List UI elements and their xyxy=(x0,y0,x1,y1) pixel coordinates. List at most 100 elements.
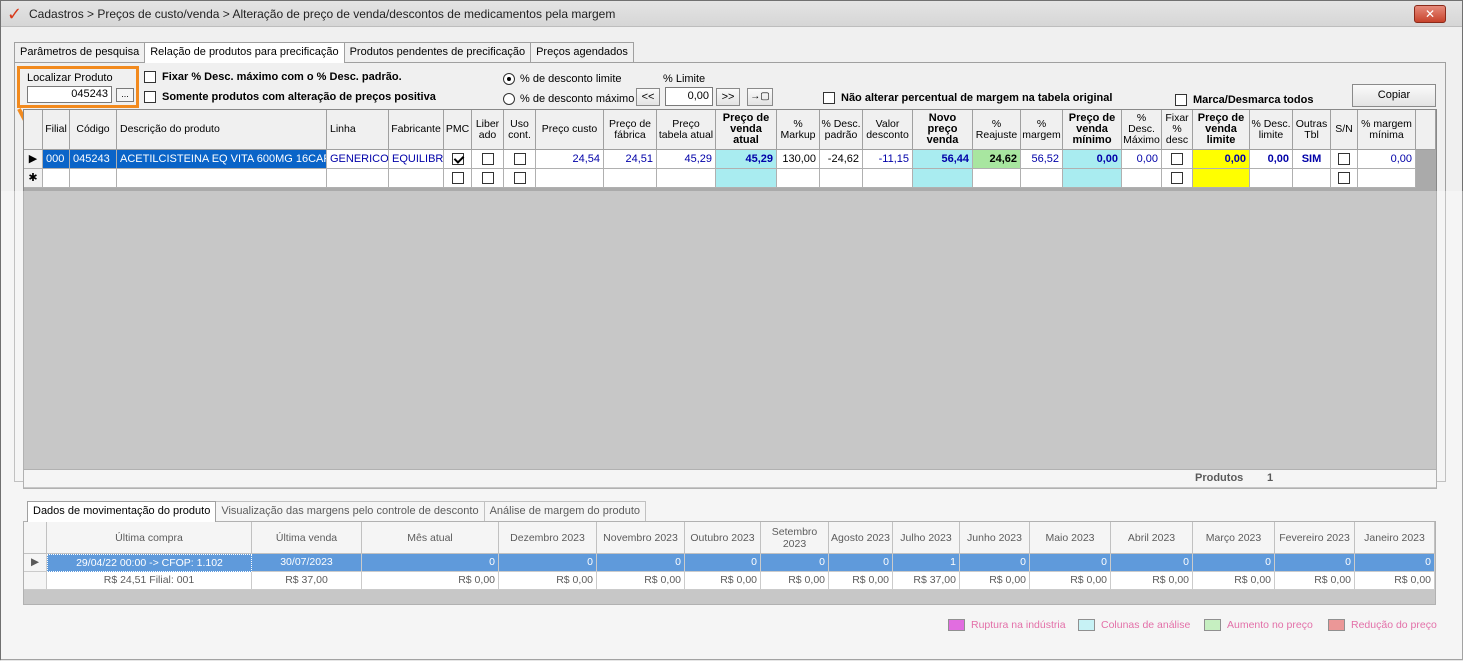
col-preco-limite[interactable]: Preço de venda limite xyxy=(1193,110,1250,150)
prev-button[interactable]: << xyxy=(636,88,660,106)
only-positive-checkbox[interactable] xyxy=(144,91,156,103)
new-cell[interactable] xyxy=(1021,169,1063,188)
new-cell[interactable] xyxy=(913,169,973,188)
movement-cell[interactable]: 1 xyxy=(893,554,960,572)
tab-pendentes[interactable]: Produtos pendentes de precificação xyxy=(343,42,532,62)
new-uso-checkbox[interactable] xyxy=(513,172,526,185)
cell-preco-venda-atual[interactable]: 45,29 xyxy=(716,150,777,169)
cell-novo-preco[interactable]: 56,44 xyxy=(913,150,973,169)
movement-cell[interactable]: R$ 0,00 xyxy=(761,572,829,590)
cell-preco-limite[interactable]: 0,00 xyxy=(1193,150,1250,169)
col-markup[interactable]: % Markup xyxy=(777,110,820,150)
new-cell[interactable] xyxy=(117,169,327,188)
liberado-checkbox[interactable] xyxy=(481,153,494,166)
movement-cell[interactable]: 0 xyxy=(1111,554,1193,572)
col-uso-cont[interactable]: Uso cont. xyxy=(504,110,536,150)
copy-button[interactable]: Copiar xyxy=(1352,84,1436,107)
next-button[interactable]: >> xyxy=(716,88,740,106)
col-liberado[interactable]: Liber ado xyxy=(472,110,504,150)
movement-cell[interactable]: R$ 0,00 xyxy=(362,572,499,590)
fixar-desc-checkbox[interactable] xyxy=(1171,153,1183,166)
movement-cell[interactable]: R$ 0,00 xyxy=(1030,572,1111,590)
col-abr[interactable]: Abril 2023 xyxy=(1111,522,1193,554)
col-margem[interactable]: % margem xyxy=(1021,110,1063,150)
col-codigo[interactable]: Código xyxy=(70,110,117,150)
new-cell[interactable] xyxy=(472,169,504,188)
tab-agendados[interactable]: Preços agendados xyxy=(530,42,634,62)
new-cell[interactable] xyxy=(777,169,820,188)
col-desc-limite[interactable]: % Desc. limite xyxy=(1250,110,1293,150)
col-fabricante[interactable]: Fabricante xyxy=(389,110,444,150)
radio-max-dot[interactable] xyxy=(503,93,515,105)
fix-desc-option[interactable]: Fixar % Desc. máximo com o % Desc. padrã… xyxy=(144,71,402,83)
table-row[interactable]: ▶ 000 045243 ACETILCISTEINA EQ VITA 600M… xyxy=(24,150,1416,169)
col-ultima-venda[interactable]: Última venda xyxy=(252,522,362,554)
col-jan[interactable]: Janeiro 2023 xyxy=(1355,522,1435,554)
pmc-checkbox[interactable] xyxy=(451,153,464,166)
new-cell[interactable] xyxy=(1162,169,1193,188)
movement-cell[interactable]: 0 xyxy=(1193,554,1275,572)
tab-relacao[interactable]: Relação de produtos para precificação xyxy=(144,42,345,63)
new-cell[interactable] xyxy=(1063,169,1122,188)
col-ago[interactable]: Agosto 2023 xyxy=(829,522,893,554)
col-preco-minimo[interactable]: Preço de venda mínimo xyxy=(1063,110,1122,150)
new-cell[interactable] xyxy=(1331,169,1358,188)
movement-cell[interactable]: R$ 0,00 xyxy=(1275,572,1355,590)
movement-cell[interactable]: 0 xyxy=(1355,554,1435,572)
new-fixar-checkbox[interactable] xyxy=(1171,172,1183,185)
new-cell[interactable] xyxy=(1193,169,1250,188)
new-cell[interactable] xyxy=(536,169,604,188)
tab-visualizacao-margens[interactable]: Visualização das margens pelo controle d… xyxy=(215,501,485,521)
cell-valor-desconto[interactable]: -11,15 xyxy=(863,150,913,169)
movement-cell[interactable]: R$ 0,00 xyxy=(960,572,1030,590)
cell-filial[interactable]: 000 xyxy=(43,150,70,169)
radio-desc-limit[interactable]: % de desconto limite xyxy=(503,73,622,85)
new-cell[interactable] xyxy=(604,169,657,188)
cell-desc-limite[interactable]: 0,00 xyxy=(1250,150,1293,169)
movement-cell[interactable]: R$ 0,00 xyxy=(685,572,761,590)
fix-desc-checkbox[interactable] xyxy=(144,71,156,83)
movement-cell[interactable]: 29/04/22 00:00 -> CFOP: 1.102 xyxy=(47,554,252,572)
uso-cont-checkbox[interactable] xyxy=(513,153,526,166)
radio-desc-max[interactable]: % de desconto máximo xyxy=(503,93,634,105)
col-out[interactable]: Outubro 2023 xyxy=(685,522,761,554)
new-pmc-checkbox[interactable] xyxy=(451,172,464,185)
col-ultima-compra[interactable]: Última compra xyxy=(47,522,252,554)
mark-all-option[interactable]: Marca/Desmarca todos xyxy=(1175,94,1313,106)
col-desc-maximo[interactable]: % Desc. Máximo xyxy=(1122,110,1162,150)
cell-linha[interactable]: GENERICO xyxy=(327,150,389,169)
cell-uso-cont[interactable] xyxy=(504,150,536,169)
movement-cell[interactable]: 0 xyxy=(1275,554,1355,572)
col-desc-padrao[interactable]: % Desc. padrão xyxy=(820,110,863,150)
cell-margem-minima[interactable]: 0,00 xyxy=(1358,150,1416,169)
cell-sn[interactable] xyxy=(1331,150,1358,169)
only-positive-option[interactable]: Somente produtos com alteração de preços… xyxy=(144,91,436,103)
no-alter-option[interactable]: Não alterar percentual de margem na tabe… xyxy=(823,92,1112,104)
movement-cell[interactable]: 0 xyxy=(499,554,597,572)
movement-cell[interactable]: 0 xyxy=(761,554,829,572)
cell-preco-tabela[interactable]: 45,29 xyxy=(657,150,716,169)
cell-preco-minimo[interactable]: 0,00 xyxy=(1063,150,1122,169)
movement-cell[interactable]: R$ 0,00 xyxy=(829,572,893,590)
new-cell[interactable] xyxy=(973,169,1021,188)
movement-cell[interactable]: R$ 0,00 xyxy=(1111,572,1193,590)
col-set[interactable]: Setembro 2023 xyxy=(761,522,829,554)
new-cell[interactable] xyxy=(820,169,863,188)
new-cell[interactable] xyxy=(70,169,117,188)
new-cell[interactable] xyxy=(1293,169,1331,188)
cell-desc-padrao[interactable]: -24,62 xyxy=(820,150,863,169)
col-dez[interactable]: Dezembro 2023 xyxy=(499,522,597,554)
col-sn[interactable]: S/N xyxy=(1331,110,1358,150)
cell-fabricante[interactable]: EQUILIBR xyxy=(389,150,444,169)
movement-cell[interactable]: 0 xyxy=(960,554,1030,572)
locate-lookup-button[interactable]: ... xyxy=(116,88,134,102)
new-cell[interactable] xyxy=(863,169,913,188)
cell-preco-custo[interactable]: 24,54 xyxy=(536,150,604,169)
cell-outras-tbl[interactable]: SIM xyxy=(1293,150,1331,169)
col-mai[interactable]: Maio 2023 xyxy=(1030,522,1111,554)
movement-cell[interactable]: 0 xyxy=(685,554,761,572)
movement-cell[interactable]: 0 xyxy=(362,554,499,572)
col-mar[interactable]: Março 2023 xyxy=(1193,522,1275,554)
new-cell[interactable] xyxy=(327,169,389,188)
col-nov[interactable]: Novembro 2023 xyxy=(597,522,685,554)
